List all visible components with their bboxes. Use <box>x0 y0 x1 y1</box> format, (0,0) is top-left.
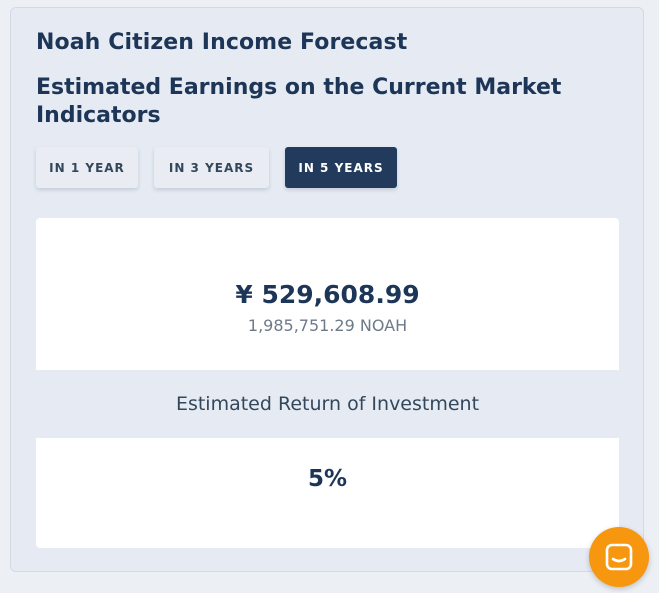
roi-value: 5% <box>307 466 348 492</box>
roi-label: Estimated Return of Investment <box>175 393 480 415</box>
card-subtitle: Estimated Earnings on the Current Market… <box>36 75 562 128</box>
income-forecast-card: Noah Citizen Income Forecast Estimated E… <box>10 7 644 572</box>
chat-launcher-button[interactable] <box>589 527 649 587</box>
forecast-panel: ¥ 529,608.99 1,985,751.29 NOAH Estimated… <box>36 218 619 548</box>
token-amount: 1,985,751.29 NOAH <box>247 316 408 335</box>
forecast-amount: ¥ 529,608.99 <box>235 280 420 309</box>
card-title: Noah Citizen Income Forecast <box>36 30 408 55</box>
chat-bubble-icon <box>605 543 633 571</box>
tab-5-years[interactable]: IN 5 YEARS <box>285 147 397 188</box>
tab-1-year[interactable]: IN 1 YEAR <box>36 147 138 188</box>
roi-label-band: Estimated Return of Investment <box>36 370 619 438</box>
tab-3-years[interactable]: IN 3 YEARS <box>154 147 269 188</box>
